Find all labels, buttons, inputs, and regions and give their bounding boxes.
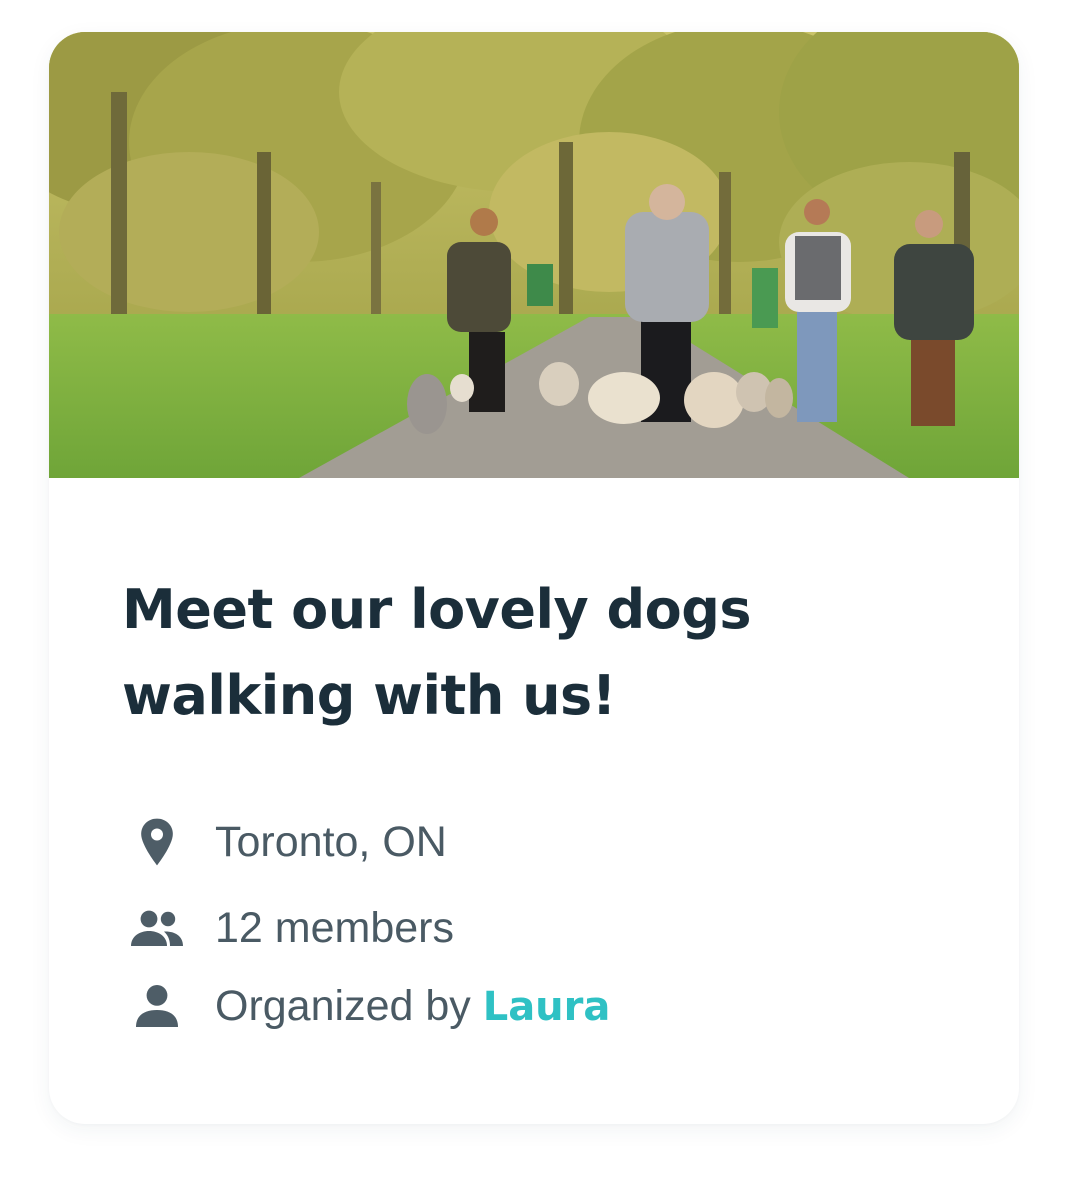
location-row: Toronto, ON <box>129 812 447 872</box>
map-pin-icon <box>129 814 185 870</box>
members-count: 12 members <box>215 903 454 952</box>
organizer-text: Organized by Laura <box>215 982 610 1031</box>
group-title[interactable]: Meet our lovely dogs walking with us! <box>122 567 942 739</box>
person-icon <box>129 978 185 1034</box>
group-icon <box>129 900 185 956</box>
organizer-row: Organized by Laura <box>129 976 610 1036</box>
location-text: Toronto, ON <box>215 817 447 866</box>
organizer-link[interactable]: Laura <box>483 984 611 1030</box>
members-row: 12 members <box>129 898 454 958</box>
group-cover-image <box>49 32 1019 478</box>
organizer-prefix: Organized by <box>215 981 483 1030</box>
group-card[interactable]: Meet our lovely dogs walking with us! To… <box>49 32 1019 1124</box>
